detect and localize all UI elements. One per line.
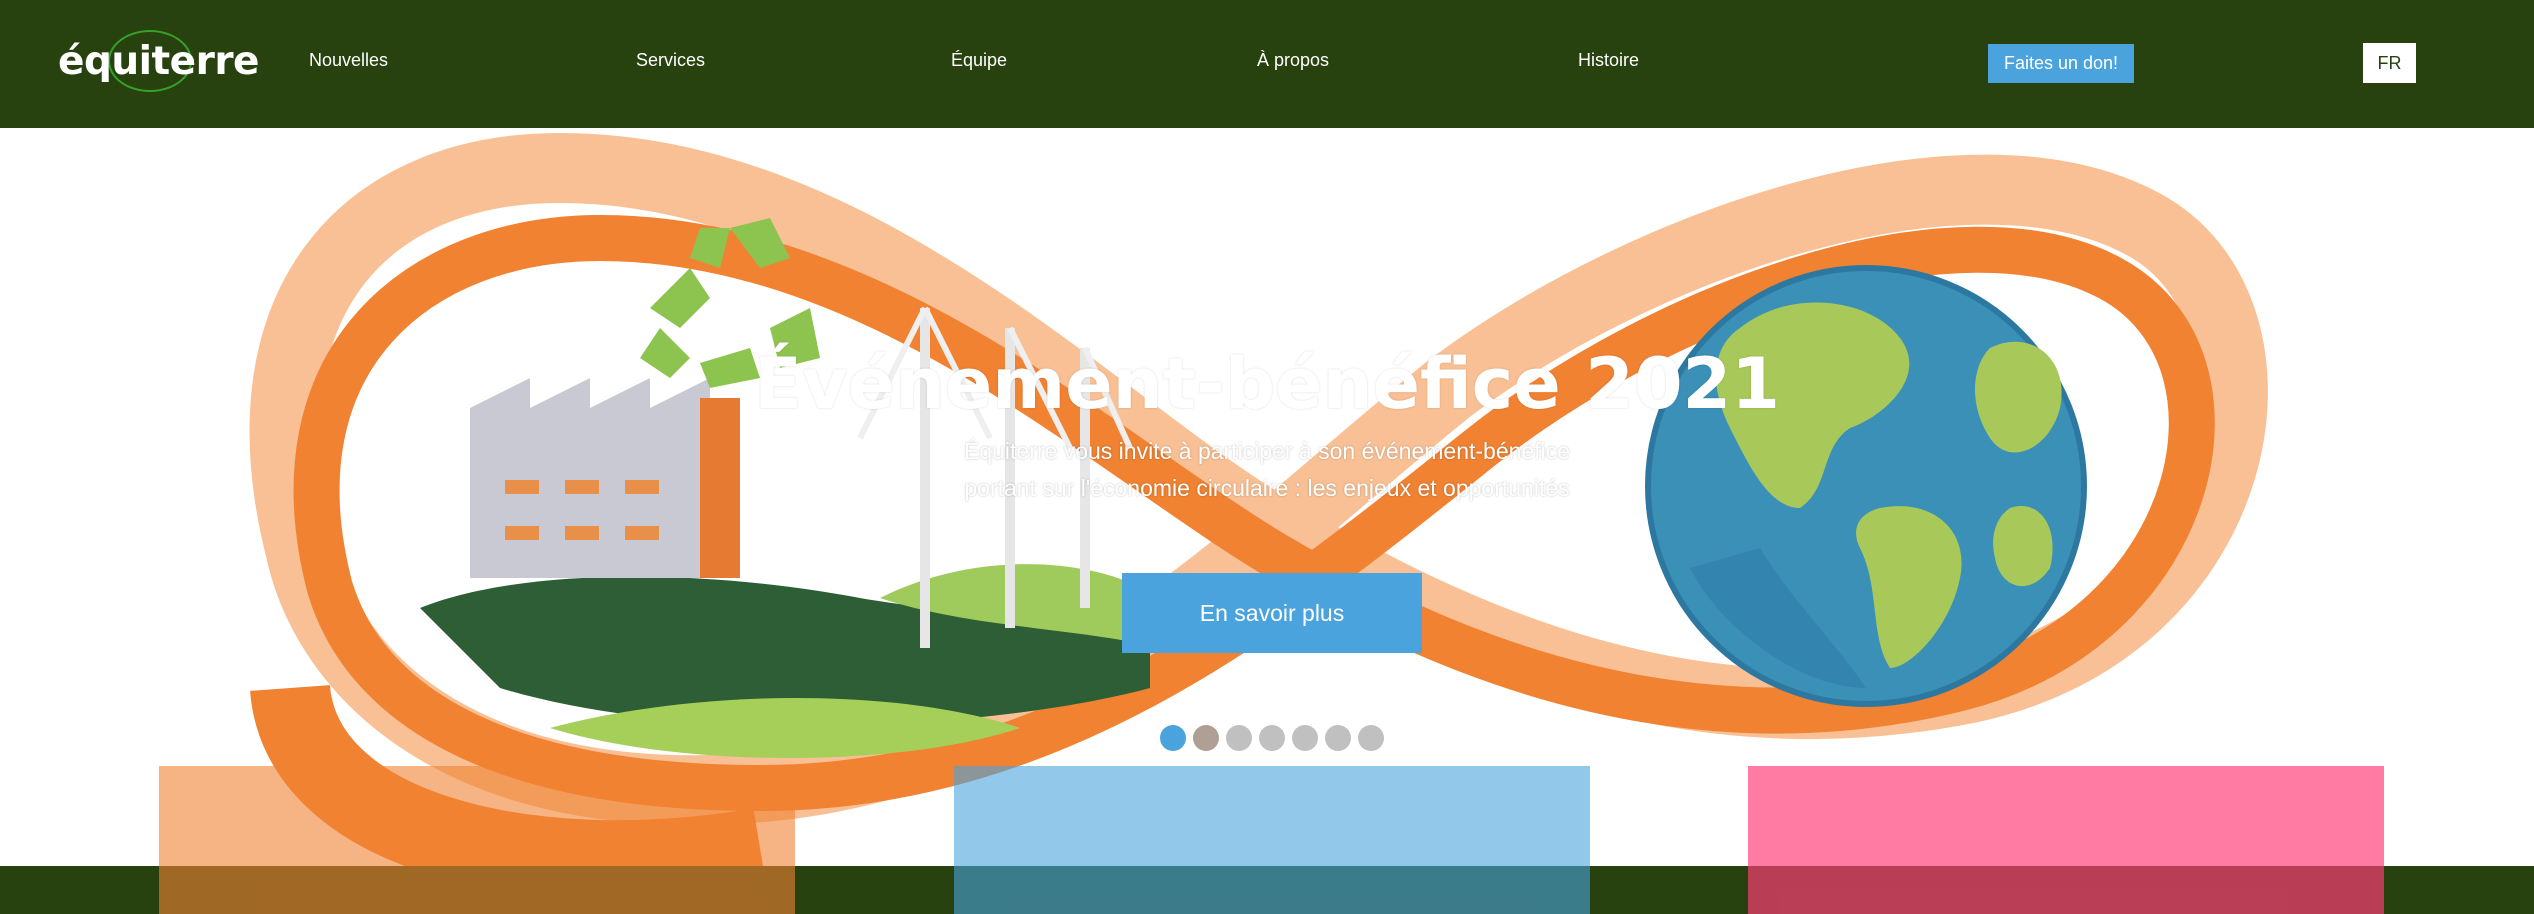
learn-more-button[interactable]: En savoir plus	[1122, 573, 1422, 653]
top-navigation: équiterre Nouvelles Services Équipe À pr…	[0, 0, 2534, 128]
feature-card-pink[interactable]	[1748, 766, 2384, 914]
donate-button[interactable]: Faites un don!	[1988, 44, 2134, 83]
hero-carousel: Événement-bénéfice 2021 Équiterre vous i…	[0, 128, 2534, 866]
carousel-pagination	[1160, 725, 1384, 751]
carousel-dot-5[interactable]	[1292, 725, 1318, 751]
logo-text: équiterre	[58, 38, 260, 84]
carousel-dot-1[interactable]	[1160, 725, 1186, 751]
carousel-dot-4[interactable]	[1259, 725, 1285, 751]
language-toggle-button[interactable]: FR	[2363, 43, 2416, 83]
hero-title: Événement-bénéfice 2021	[754, 343, 1780, 425]
hero-description-line-1: Équiterre vous invite à participer à son…	[963, 438, 1570, 464]
equiterre-logo[interactable]: équiterre	[58, 28, 260, 94]
hero-description: Équiterre vous invite à participer à son…	[0, 433, 2534, 507]
carousel-dot-7[interactable]	[1358, 725, 1384, 751]
carousel-dot-2[interactable]	[1193, 725, 1219, 751]
feature-card-orange[interactable]	[159, 766, 795, 914]
nav-link-histoire[interactable]: Histoire	[1578, 50, 1639, 71]
nav-link-nouvelles[interactable]: Nouvelles	[309, 50, 388, 71]
nav-link-equipe[interactable]: Équipe	[951, 50, 1007, 71]
carousel-dot-3[interactable]	[1226, 725, 1252, 751]
nav-link-a-propos[interactable]: À propos	[1257, 50, 1329, 71]
hero-description-line-2: portant sur l'économie circulaire : les …	[964, 475, 1570, 501]
nav-link-services[interactable]: Services	[636, 50, 705, 71]
carousel-dot-6[interactable]	[1325, 725, 1351, 751]
feature-card-blue[interactable]	[954, 766, 1590, 914]
